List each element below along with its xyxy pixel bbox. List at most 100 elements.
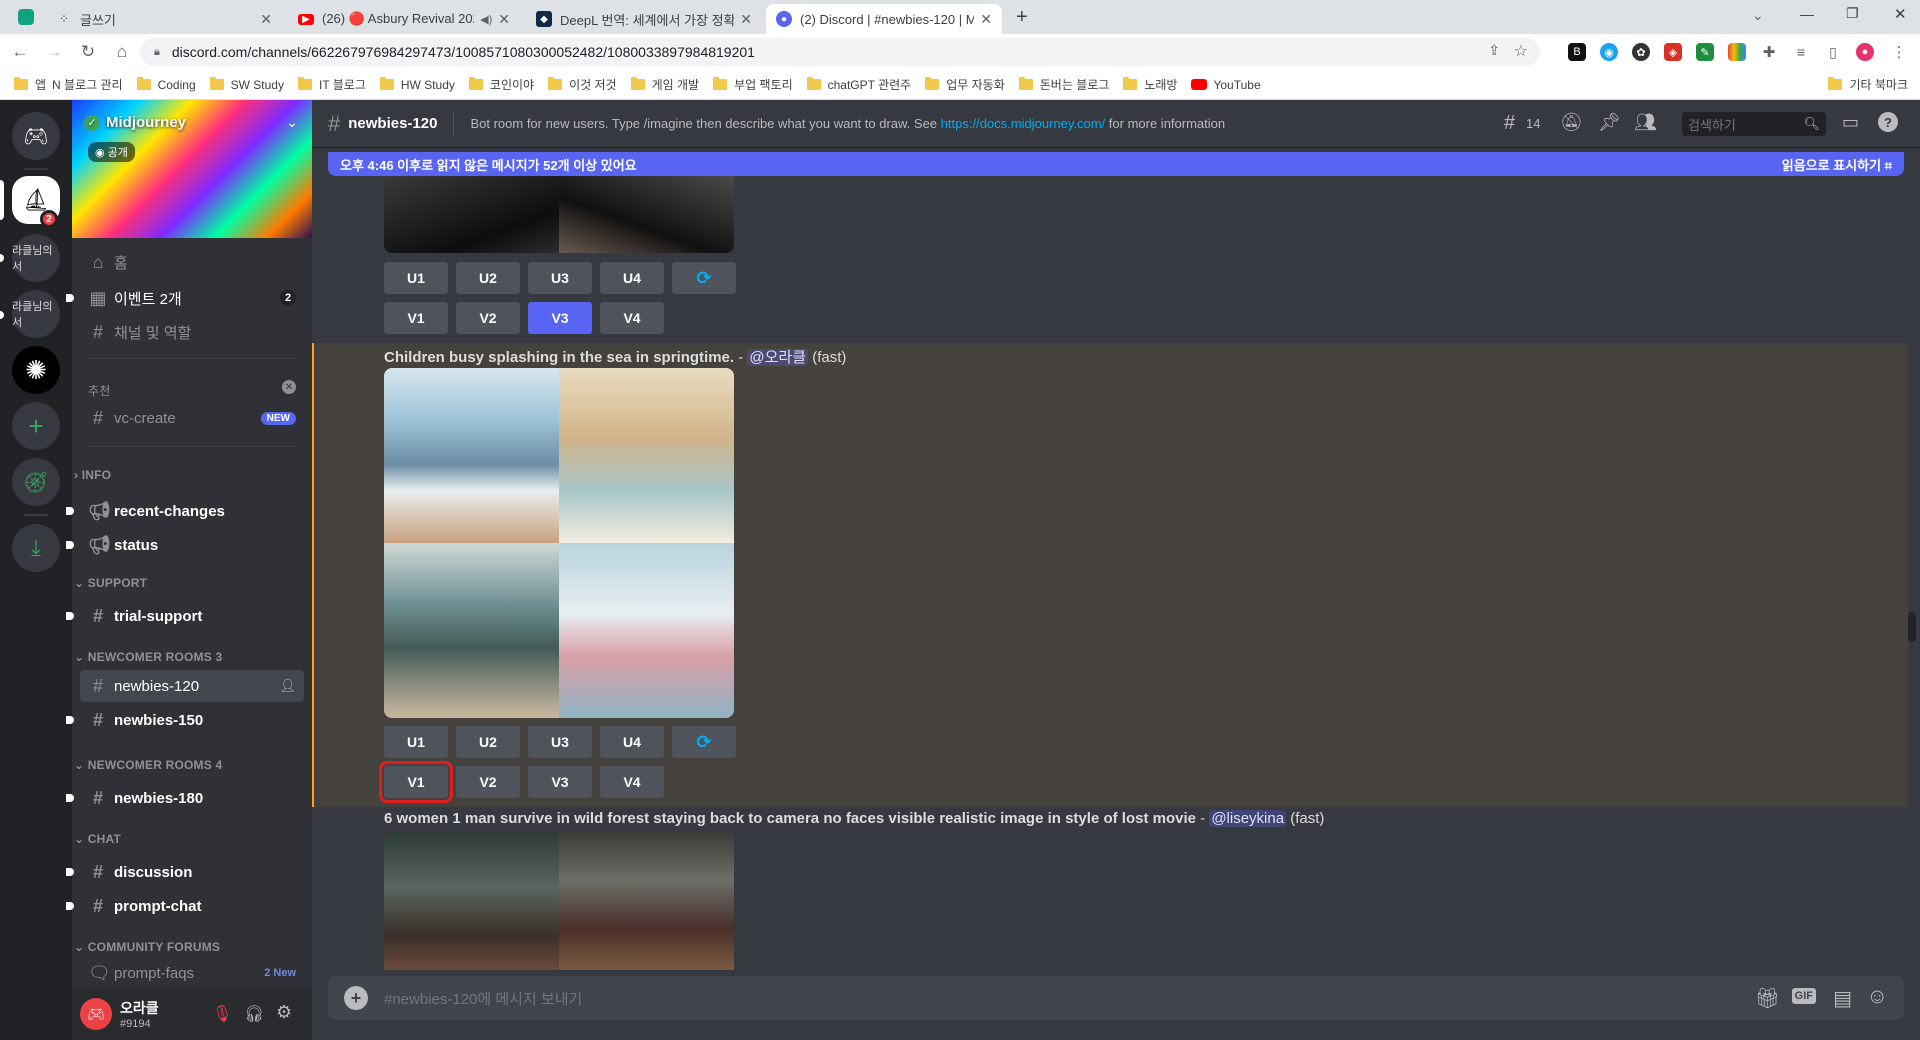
url-input[interactable]: 🔒︎ discord.com/channels/6622679769842974…: [140, 38, 1540, 66]
close-icon[interactable]: ✕: [498, 11, 510, 28]
generated-image-grid[interactable]: [384, 832, 734, 970]
extension-icon[interactable]: ✿: [1632, 43, 1650, 61]
sidebar-item-vc-create[interactable]: # vc-create NEW: [80, 402, 304, 434]
variation-button-v1[interactable]: V1: [384, 302, 448, 334]
category-community-forums[interactable]: ⌄ COMMUNITY FORUMS: [74, 940, 220, 954]
share-icon[interactable]: ⇪: [1488, 42, 1500, 59]
emoji-icon[interactable]: ☺: [1867, 985, 1888, 1009]
upscale-button-u1[interactable]: U1: [384, 726, 448, 758]
sidebar-item-home[interactable]: ⌂ 홈: [80, 246, 304, 278]
tab-search-icon[interactable]: ⌄: [1752, 7, 1764, 24]
back-button[interactable]: ←: [6, 38, 34, 66]
reading-list-icon[interactable]: ≡: [1792, 43, 1810, 61]
upscale-button-u2[interactable]: U2: [456, 726, 520, 758]
reroll-button[interactable]: ⟳: [672, 726, 736, 758]
mark-as-read-button[interactable]: 읽음으로 표시하기 ⌗: [1782, 155, 1892, 174]
bookmark[interactable]: N 블로그 관리: [52, 76, 123, 93]
bookmark[interactable]: 업무 자동화: [925, 76, 1005, 93]
openai-server-icon[interactable]: ✺: [12, 346, 60, 394]
close-window-button[interactable]: ✕: [1894, 5, 1907, 23]
category-newcomer-rooms-3[interactable]: ⌄ NEWCOMER ROOMS 3: [74, 650, 222, 664]
star-icon[interactable]: ☆: [1514, 41, 1528, 61]
bookmark[interactable]: chatGPT 관련주: [806, 76, 911, 93]
forward-button[interactable]: →: [40, 38, 68, 66]
close-icon[interactable]: ✕: [260, 11, 272, 28]
variation-button-v3[interactable]: V3: [528, 766, 592, 798]
upscale-button-u3[interactable]: U3: [528, 726, 592, 758]
sticker-icon[interactable]: ▤: [1833, 986, 1852, 1011]
close-icon[interactable]: ✕: [740, 11, 752, 28]
variation-button-v2[interactable]: V2: [456, 302, 520, 334]
category-chat[interactable]: ⌄ CHAT: [74, 832, 121, 846]
category-newcomer-rooms-4[interactable]: ⌄ NEWCOMER ROOMS 4: [74, 758, 222, 772]
bookmark[interactable]: 돈버는 블로그: [1018, 76, 1109, 93]
side-panel-icon[interactable]: ▯: [1824, 43, 1842, 61]
search-input[interactable]: 검색하기 🔍︎: [1682, 112, 1826, 136]
variation-button-v1[interactable]: V1: [379, 761, 453, 803]
reload-button[interactable]: ↻: [74, 38, 102, 66]
puzzle-icon[interactable]: ✚: [1760, 43, 1778, 61]
sidebar-item-newbies-120[interactable]: # newbies-120 👤︎: [80, 670, 304, 702]
add-server-icon[interactable]: +: [12, 402, 60, 450]
download-icon[interactable]: ⤓: [12, 524, 60, 572]
generated-image-grid[interactable]: [384, 368, 734, 718]
extension-icon[interactable]: ◉: [1600, 43, 1618, 61]
bookmark[interactable]: IT 블로그: [297, 76, 366, 93]
bookmark[interactable]: HW Study: [379, 77, 455, 92]
scrollbar-thumb[interactable]: [1908, 612, 1916, 642]
extension-icon[interactable]: [1728, 43, 1746, 61]
discord-home-icon[interactable]: 🎮︎: [12, 112, 60, 160]
previous-image-grid[interactable]: [384, 176, 734, 253]
upscale-button-u3[interactable]: U3: [528, 262, 592, 294]
mute-mic-icon[interactable]: 🎙︎: [212, 1004, 232, 1024]
upscale-button-u1[interactable]: U1: [384, 262, 448, 294]
chevron-down-icon[interactable]: ⌄: [286, 114, 298, 131]
sidebar-item-prompt-chat[interactable]: # prompt-chat: [80, 890, 304, 922]
tab-4-active[interactable]: ● (2) Discord | #newbies-120 | Mi ✕: [766, 4, 1002, 34]
tab-2[interactable]: ▶ (26) 🔴 Asbury Revival 202 ◀) ✕: [288, 4, 520, 34]
server-icon[interactable]: 라클님의서: [12, 234, 60, 282]
user-mention[interactable]: @liseykina: [1209, 810, 1287, 827]
upscale-button-u4[interactable]: U4: [600, 726, 664, 758]
gif-button[interactable]: GIF: [1791, 988, 1816, 1004]
sidebar-item-recent-changes[interactable]: 📢︎ recent-changes: [80, 495, 304, 527]
explore-icon[interactable]: 🧭︎: [12, 458, 60, 506]
sidebar-item-trial-support[interactable]: # trial-support: [80, 600, 304, 632]
sidebar-item-prompt-faqs[interactable]: 🗨︎ prompt-faqs 2 New: [80, 960, 304, 986]
sidebar-item-discussion[interactable]: # discussion: [80, 856, 304, 888]
menu-icon[interactable]: ⋮: [1890, 43, 1908, 61]
extension-icon[interactable]: B: [1568, 43, 1586, 61]
variation-button-v2[interactable]: V2: [456, 766, 520, 798]
tab-1[interactable]: ⁘ 글쓰기 ✕: [46, 4, 282, 34]
help-icon[interactable]: ?: [1878, 112, 1898, 132]
user-info[interactable]: 오라클 #9194: [120, 998, 220, 1030]
bookmark[interactable]: Coding: [136, 77, 196, 92]
bookmark-apps[interactable]: 앱: [14, 76, 46, 93]
sidebar-item-status[interactable]: 📢︎ status: [80, 529, 304, 561]
chatgpt-tab-icon[interactable]: [18, 9, 34, 25]
bookmark-youtube[interactable]: YouTube: [1191, 78, 1261, 92]
variation-button-v4[interactable]: V4: [600, 766, 664, 798]
tab-3[interactable]: ◆ DeepL 번역: 세계에서 가장 정확 ✕: [526, 4, 762, 34]
avatar[interactable]: 🎮︎: [80, 998, 112, 1030]
bookmark[interactable]: 이것 저것: [548, 76, 617, 93]
home-button[interactable]: ⌂: [108, 38, 136, 66]
bookmark[interactable]: 코인이야: [468, 76, 534, 93]
inbox-icon[interactable]: ▭: [1842, 112, 1859, 133]
server-banner[interactable]: ✓ Midjourney ◉ 공개 ⌄: [72, 100, 312, 238]
headphones-icon[interactable]: 🎧︎: [244, 1004, 264, 1024]
docs-link[interactable]: https://docs.midjourney.com/: [941, 116, 1106, 131]
variation-button-v3-selected[interactable]: V3: [528, 302, 592, 334]
speaker-icon[interactable]: ◀): [480, 13, 492, 26]
category-support[interactable]: ⌄ SUPPORT: [74, 576, 147, 590]
bookmark[interactable]: 부업 팩토리: [713, 76, 793, 93]
bookmark[interactable]: 게임 개발: [630, 76, 699, 93]
settings-gear-icon[interactable]: ⚙: [276, 1002, 292, 1023]
profile-avatar[interactable]: ●: [1856, 43, 1874, 61]
reroll-button[interactable]: ⟳: [672, 262, 736, 294]
notification-bell-icon[interactable]: 🔕︎: [1560, 112, 1583, 133]
gift-icon[interactable]: 🎁︎: [1755, 986, 1780, 1011]
variation-button-v4[interactable]: V4: [600, 302, 664, 334]
user-mention[interactable]: @오라클: [747, 349, 809, 366]
sidebar-item-events[interactable]: ▦ 이벤트 2개 2: [80, 282, 304, 314]
